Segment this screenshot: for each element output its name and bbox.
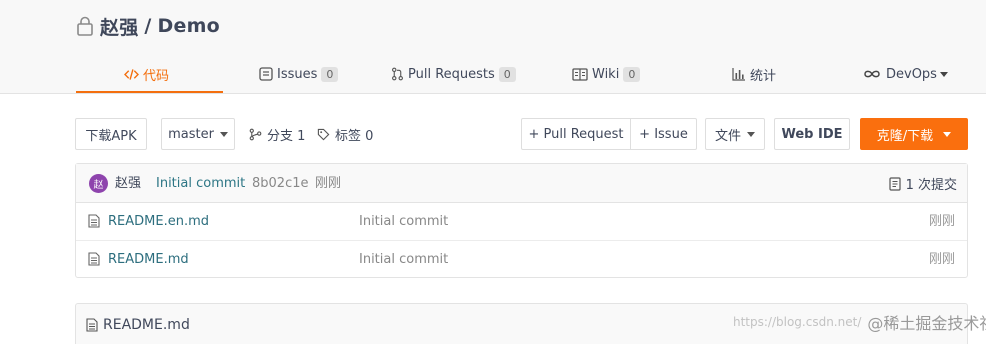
code-icon bbox=[124, 68, 139, 81]
tab-issues-label: Issues bbox=[277, 66, 318, 82]
tab-devops[interactable]: DevOps bbox=[862, 56, 948, 92]
clone-download-label: 克隆/下载 bbox=[876, 128, 934, 144]
file-commit-message[interactable]: Initial commit bbox=[359, 241, 448, 279]
file-name-link[interactable]: README.en.md bbox=[108, 203, 209, 241]
chevron-down-icon bbox=[939, 71, 948, 77]
watermark: https://blog.csdn.net/ @稀土掘金技术社区 bbox=[733, 307, 986, 337]
file-icon bbox=[88, 252, 100, 266]
branch-select[interactable]: master bbox=[161, 118, 235, 150]
lock-icon bbox=[77, 16, 93, 36]
wiki-icon bbox=[572, 67, 588, 81]
tab-devops-label: DevOps bbox=[886, 66, 937, 82]
tags-link[interactable]: 标签 0 bbox=[317, 118, 373, 150]
watermark-brand: @稀土掘金技术社区 bbox=[867, 314, 986, 333]
repo-tabs: 代码 Issues 0 Pull Requests 0 Wiki 0 统计 De… bbox=[0, 56, 986, 94]
tab-code[interactable]: 代码 bbox=[124, 56, 169, 92]
tab-pull-requests-label: Pull Requests bbox=[408, 66, 495, 82]
repo-path-separator: / bbox=[144, 15, 152, 37]
tab-stats[interactable]: 统计 bbox=[732, 56, 776, 92]
stats-icon bbox=[732, 67, 746, 81]
tags-label: 标签 0 bbox=[335, 128, 374, 144]
tab-stats-label: 统计 bbox=[750, 68, 777, 84]
files-menu-label: 文件 bbox=[714, 128, 741, 144]
commit-history-icon bbox=[888, 176, 901, 191]
file-commit-time: 刚刚 bbox=[928, 214, 955, 229]
tab-code-label: 代码 bbox=[143, 68, 170, 84]
devops-icon bbox=[862, 69, 882, 79]
tab-pull-requests-count: 0 bbox=[498, 66, 516, 82]
file-list: 赵 赵强 Initial commit 8b02c1e 刚刚 1 次提交 REA… bbox=[75, 163, 968, 278]
chevron-down-icon bbox=[747, 131, 755, 137]
issues-icon bbox=[259, 67, 273, 81]
readme-title: README.md bbox=[86, 304, 190, 344]
file-row: README.en.md Initial commit 刚刚 bbox=[76, 203, 967, 241]
tab-pull-requests[interactable]: Pull Requests 0 bbox=[391, 56, 516, 92]
branches-link[interactable]: 分支 1 bbox=[249, 118, 305, 150]
commit-time: 刚刚 bbox=[315, 176, 342, 191]
repo-toolbar: 下载APK master 分支 1 标签 0 + Pull Request + … bbox=[0, 118, 986, 150]
file-icon bbox=[86, 318, 98, 332]
repo-name-link[interactable]: Demo bbox=[158, 15, 220, 37]
download-apk-button[interactable]: 下载APK bbox=[75, 118, 147, 150]
branch-select-value: master bbox=[168, 126, 214, 142]
file-commit-time: 刚刚 bbox=[928, 252, 955, 267]
commit-count-link[interactable]: 1 次提交 bbox=[888, 164, 957, 203]
tag-icon bbox=[317, 128, 330, 140]
repo-owner-link[interactable]: 赵强 bbox=[100, 13, 138, 40]
tab-issues[interactable]: Issues 0 bbox=[259, 56, 339, 92]
commit-message-link[interactable]: Initial commit bbox=[156, 164, 245, 203]
avatar[interactable]: 赵 bbox=[89, 174, 108, 193]
web-ide-button[interactable]: Web IDE bbox=[774, 118, 850, 150]
new-issue-button[interactable]: + Issue bbox=[630, 118, 697, 150]
new-pull-request-button[interactable]: + Pull Request bbox=[521, 118, 631, 150]
tab-wiki[interactable]: Wiki 0 bbox=[572, 56, 641, 92]
commit-count-label: 1 次提交 bbox=[905, 178, 957, 193]
tab-wiki-label: Wiki bbox=[592, 66, 620, 82]
active-tab-indicator bbox=[76, 91, 223, 93]
file-row: README.md Initial commit 刚刚 bbox=[76, 241, 967, 279]
commit-hash[interactable]: 8b02c1e bbox=[252, 164, 308, 203]
tab-wiki-count: 0 bbox=[623, 66, 641, 82]
clone-download-button[interactable]: 克隆/下载 bbox=[860, 118, 968, 150]
pull-request-icon bbox=[391, 67, 404, 81]
files-menu-button[interactable]: 文件 bbox=[705, 118, 765, 150]
commit-author[interactable]: 赵强 bbox=[115, 164, 141, 203]
branch-icon bbox=[249, 128, 262, 140]
branches-label: 分支 1 bbox=[267, 128, 306, 144]
chevron-down-icon bbox=[943, 131, 952, 137]
file-commit-message[interactable]: Initial commit bbox=[359, 203, 448, 241]
file-icon bbox=[88, 214, 100, 228]
readme-title-label: README.md bbox=[103, 317, 190, 333]
repo-title: 赵强 / Demo bbox=[76, 13, 220, 39]
file-name-link[interactable]: README.md bbox=[108, 241, 189, 279]
tab-issues-count: 0 bbox=[321, 66, 339, 82]
watermark-url: https://blog.csdn.net/ bbox=[733, 315, 862, 329]
repo-header: 赵强 / Demo 代码 Issues 0 Pull Requests 0 Wi… bbox=[0, 0, 986, 94]
chevron-down-icon bbox=[219, 131, 228, 137]
latest-commit-bar: 赵 赵强 Initial commit 8b02c1e 刚刚 1 次提交 bbox=[76, 164, 967, 203]
